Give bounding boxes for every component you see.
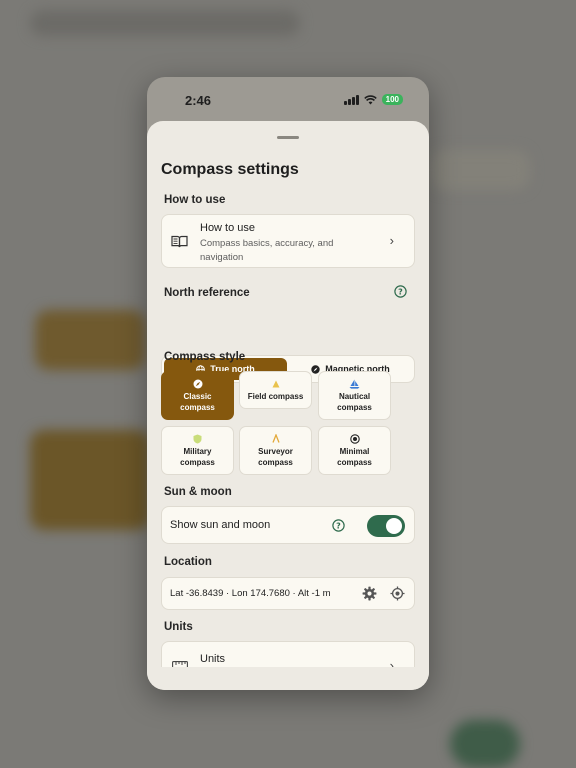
sheet-content[interactable]: Compass settings How to use How to use C… <box>147 121 429 667</box>
compass-icon <box>193 379 202 388</box>
section-units: Units <box>164 621 193 633</box>
wifi-icon <box>363 94 377 104</box>
section-compass-style: Compass style <box>164 351 246 363</box>
locate-icon[interactable] <box>390 586 405 601</box>
how-to-use-subtitle: Compass basics, accuracy, and navigation <box>200 238 334 263</box>
style-tile-minimal[interactable]: Minimal compass <box>318 426 391 475</box>
svg-text:?: ? <box>336 521 341 530</box>
home-indicator-area <box>147 667 429 690</box>
chevron-right-icon: › <box>389 658 394 667</box>
shield-icon <box>193 434 202 443</box>
sheet-title: Compass settings <box>161 161 299 178</box>
location-row: Lat -36.8439 · Lon 174.7680 · Alt -1 m <box>161 577 415 610</box>
battery-indicator: 100 <box>381 94 403 105</box>
status-time: 2:46 <box>185 93 212 108</box>
help-icon[interactable]: ? <box>394 285 407 298</box>
target-icon <box>349 433 360 444</box>
compass-icon <box>311 364 320 374</box>
phone-frame: 2:46 100 Compass settings How to use How… <box>147 77 429 690</box>
how-to-use-row[interactable]: How to use Compass basics, accuracy, and… <box>161 214 415 268</box>
section-how-to-use: How to use <box>164 194 226 206</box>
how-to-use-title: How to use <box>200 222 256 234</box>
caret-icon <box>271 434 280 443</box>
style-tile-surveyor[interactable]: Surveyor compass <box>239 426 312 475</box>
sailboat-icon <box>349 379 360 389</box>
status-icons: 100 <box>344 94 403 105</box>
help-icon[interactable]: ? <box>332 519 345 532</box>
status-bar: 2:46 100 <box>147 77 429 121</box>
settings-sheet: Compass settings How to use How to use C… <box>147 121 429 690</box>
triangle-icon <box>272 380 279 387</box>
section-sun-moon: Sun & moon <box>164 486 232 498</box>
section-location: Location <box>164 556 212 568</box>
style-tile-nautical[interactable]: Nautical compass <box>318 371 391 420</box>
toggle-knob <box>386 518 402 534</box>
location-readout: Lat -36.8439 · Lon 174.7680 · Alt -1 m <box>170 588 331 599</box>
chevron-right-icon: › <box>389 233 394 248</box>
units-title: Units <box>200 653 226 665</box>
units-row[interactable]: Units › <box>161 641 415 667</box>
section-north-reference: North reference <box>164 287 250 299</box>
cellular-signal-icon <box>344 94 359 105</box>
gear-icon[interactable] <box>362 586 377 601</box>
sun-moon-label: Show sun and moon <box>170 519 271 531</box>
sun-moon-row: Show sun and moon ? <box>161 506 415 544</box>
style-tile-military[interactable]: Military compass <box>161 426 234 475</box>
style-tile-field[interactable]: Field compass <box>239 371 312 409</box>
book-icon <box>171 235 188 248</box>
svg-text:?: ? <box>398 287 403 296</box>
style-tile-classic[interactable]: Classic compass <box>161 371 234 420</box>
sun-moon-toggle[interactable] <box>367 515 405 537</box>
